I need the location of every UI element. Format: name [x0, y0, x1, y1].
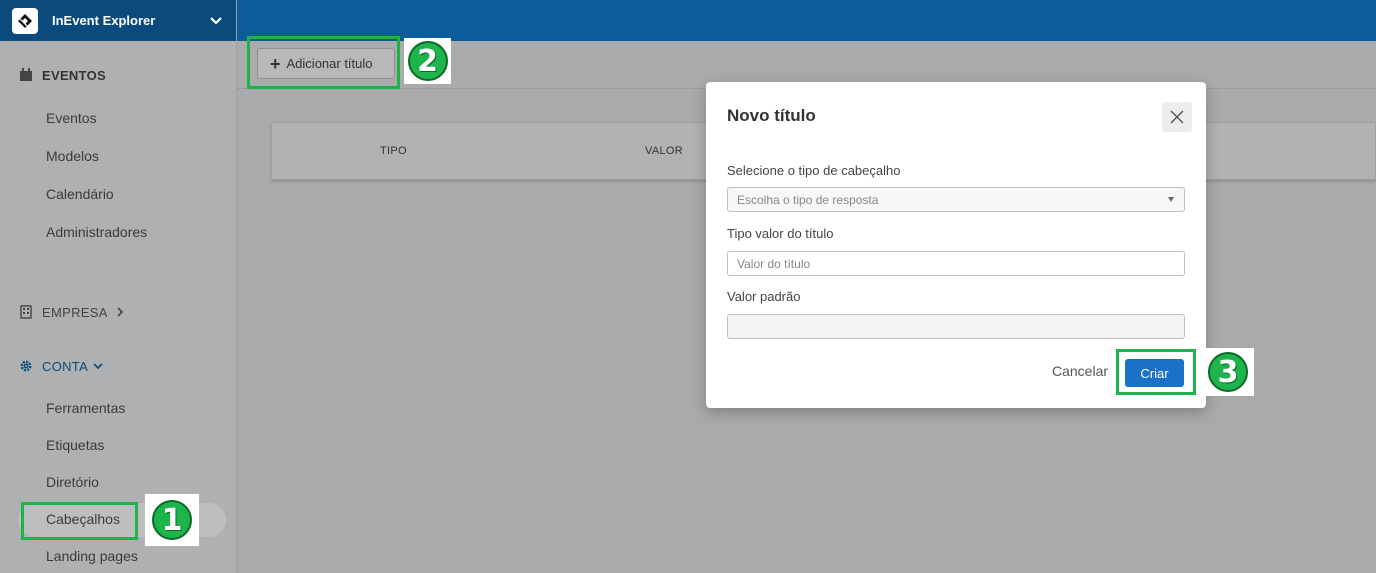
- building-icon: [18, 304, 34, 320]
- step-number-2: 2: [407, 41, 448, 81]
- section-eventos-label: EVENTOS: [42, 67, 106, 83]
- step-number-3: 3: [1208, 352, 1248, 392]
- title-value-placeholder: Valor do título: [737, 256, 811, 271]
- header-type-select[interactable]: Escolha o tipo de resposta: [727, 187, 1185, 212]
- highlight-box-step2: [247, 36, 400, 89]
- sidebar-item-eventos[interactable]: Eventos: [46, 110, 97, 126]
- column-header-valor: VALOR: [645, 145, 683, 157]
- sidebar-item-diretorio[interactable]: Diretório: [46, 474, 99, 490]
- sidebar: InEvent Explorer EVENTOS Eventos Modelos…: [0, 0, 237, 573]
- chevron-down-icon[interactable]: [208, 13, 224, 29]
- step-badge-2: 2: [404, 38, 451, 84]
- section-empresa-label: EMPRESA: [42, 304, 108, 320]
- step-badge-1: 1: [145, 494, 199, 546]
- header-type-placeholder: Escolha o tipo de resposta: [737, 192, 879, 207]
- title-value-type-label: Tipo valor do título: [727, 226, 834, 241]
- step-badge-3: 3: [1202, 348, 1254, 396]
- section-empresa[interactable]: EMPRESA: [0, 304, 126, 320]
- app-switcher[interactable]: InEvent Explorer: [0, 0, 236, 41]
- sidebar-item-administradores[interactable]: Administradores: [46, 224, 147, 240]
- close-button[interactable]: [1162, 102, 1192, 132]
- close-icon: [1170, 110, 1184, 124]
- sidebar-item-landing-pages[interactable]: Landing pages: [46, 548, 138, 564]
- gear-icon: [18, 358, 34, 374]
- app-name: InEvent Explorer: [52, 13, 156, 28]
- chevron-down-icon: [93, 363, 103, 370]
- step-number-1: 1: [152, 500, 192, 540]
- section-conta[interactable]: CONTA: [0, 358, 104, 374]
- sidebar-item-calendario[interactable]: Calendário: [46, 186, 114, 202]
- modal-title: Novo título: [727, 106, 816, 125]
- default-value-input[interactable]: [727, 314, 1185, 339]
- dropdown-caret-icon: [1168, 197, 1174, 202]
- chevron-right-icon: [117, 307, 123, 317]
- top-bar: [237, 0, 1376, 41]
- highlight-box-step1: [21, 502, 138, 540]
- title-value-input[interactable]: Valor do título: [727, 251, 1185, 276]
- sidebar-item-ferramentas[interactable]: Ferramentas: [46, 400, 125, 416]
- cancel-button[interactable]: Cancelar: [1052, 363, 1108, 379]
- header-type-label: Selecione o tipo de cabeçalho: [727, 163, 901, 178]
- highlight-box-step3: [1116, 349, 1196, 395]
- inevent-logo: [12, 7, 38, 34]
- section-eventos[interactable]: EVENTOS: [0, 67, 106, 83]
- section-conta-label: CONTA: [42, 358, 89, 374]
- column-header-tipo: TIPO: [380, 145, 407, 157]
- default-value-label: Valor padrão: [727, 289, 801, 304]
- sidebar-item-etiquetas[interactable]: Etiquetas: [46, 437, 104, 453]
- calendar-icon: [18, 67, 34, 83]
- sidebar-item-modelos[interactable]: Modelos: [46, 148, 99, 164]
